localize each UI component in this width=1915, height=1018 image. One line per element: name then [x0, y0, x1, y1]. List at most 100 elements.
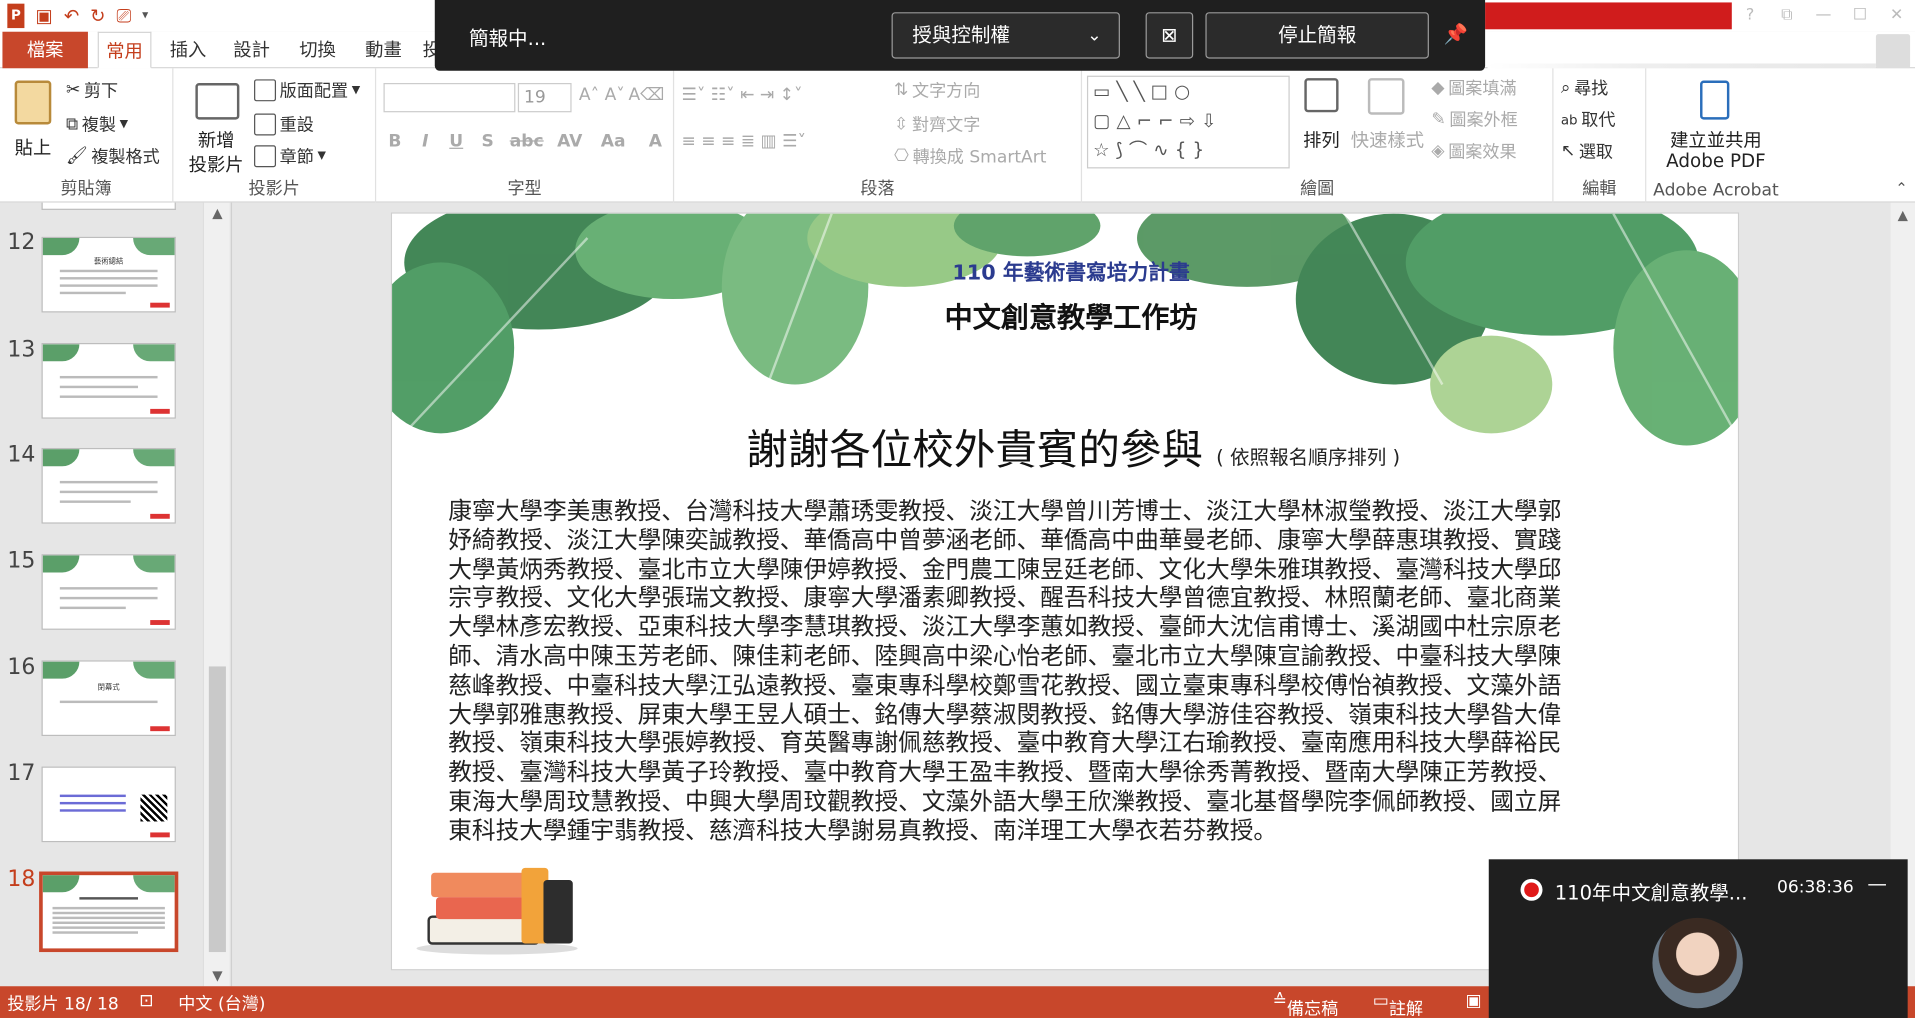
comments-button[interactable]: ▭ 註解 — [1373, 991, 1423, 1018]
font-size-box[interactable]: 19 — [517, 83, 572, 113]
reset-icon — [254, 113, 277, 136]
minimize-button[interactable]: — — [1805, 2, 1842, 29]
maximize-button[interactable]: ☐ — [1842, 2, 1879, 29]
pin-icon[interactable]: 📌 — [1444, 22, 1468, 45]
scroll-down-icon[interactable]: ▼ — [204, 968, 231, 984]
text-direction-button[interactable]: ⇅ 文字方向 — [894, 78, 980, 102]
close-button[interactable]: ✕ — [1878, 2, 1915, 29]
shape-fill-label: 圖案填滿 — [1448, 79, 1517, 99]
arrange-icon — [1304, 78, 1339, 113]
language-indicator[interactable]: 中文 (台灣) — [178, 991, 265, 1015]
notes-button[interactable]: ≙ 備忘稿 — [1273, 991, 1339, 1018]
books-icon — [416, 867, 578, 955]
slide-title-text: 謝謝各位校外貴賓的參與 — [746, 425, 1203, 475]
smartart-button[interactable]: ⎔ 轉換成 SmartArt — [894, 144, 1046, 168]
thumbnail-slide-18[interactable] — [39, 871, 179, 953]
paragraph-group: ☰˅ ☷˅ ⇤ ⇥ ↕˅ ≡ ≡ ≡ ≣ ▥ ☰˅ ⇅ 文字方向 ⇳ 對齊文字 ⎔ 轉… — [674, 68, 1083, 203]
tab-transitions[interactable]: 切換 — [293, 32, 342, 69]
redo-icon[interactable]: ↻ — [90, 4, 105, 28]
collapse-ribbon-icon[interactable]: ⌃ — [1895, 179, 1907, 196]
font-size-buttons[interactable]: A˄ A˅ A⌫ — [579, 85, 664, 105]
section-button[interactable]: 章節 ▼ — [254, 144, 326, 168]
guest-line: 東科技大學鍾宇翡教授、慈濟科技大學謝易真教授、南洋理工大學衣若芬教授。 — [448, 816, 1278, 845]
slide-subtitle: 110 年藝術書寫培力計畫 — [952, 261, 1190, 286]
align-text-button[interactable]: ⇳ 對齊文字 — [894, 112, 980, 136]
undo-icon[interactable]: ↶ — [64, 4, 79, 28]
format-buttons[interactable]: B I U Sabc AV Aa A — [388, 132, 662, 152]
tab-design[interactable]: 設計 — [227, 32, 276, 69]
new-slide-button[interactable]: 新增 投影片 — [181, 78, 252, 176]
scroll-up-icon[interactable]: ▲ — [1891, 208, 1915, 224]
layout-label: 版面配置 — [279, 81, 349, 102]
tab-home[interactable]: 常用 — [97, 31, 152, 69]
copy-button[interactable]: ⧉ 複製 ▼ — [66, 112, 128, 136]
find-button[interactable]: ⌕ 尋找 — [1561, 76, 1608, 100]
scrollbar-thumb[interactable] — [208, 666, 226, 953]
title-bar-strip — [1485, 2, 1732, 30]
stop-presenting-button[interactable]: 停止簡報 — [1205, 12, 1429, 59]
select-button[interactable]: ↖ 選取 — [1561, 139, 1613, 163]
drawing-group: ▭╲╲□○ ▢△⌐⌐⇨⇩ ☆⟆⌒∿{} 排列 快速樣式 ◆ 圖案填滿 ✎ 圖案外框 ◈ 圖… — [1082, 68, 1554, 203]
accessibility-icon[interactable]: ⊡ — [139, 991, 153, 1011]
qr-code-icon — [140, 794, 168, 822]
present-icon[interactable]: ⎚ — [117, 4, 132, 28]
create-pdf-label-2: Adobe PDF — [1666, 150, 1766, 173]
shape-effects-label: 圖案效果 — [1448, 142, 1517, 163]
account-avatar-icon[interactable] — [1875, 34, 1911, 69]
shapes-gallery[interactable]: ▭╲╲□○ ▢△⌐⌐⇨⇩ ☆⟆⌒∿{} — [1086, 75, 1290, 169]
normal-view-icon[interactable]: ▣ — [1466, 991, 1482, 1011]
thumb-number: 15 — [7, 548, 36, 574]
meeting-name: 110年中文創意教學... — [1554, 881, 1748, 905]
ribbon-display-button[interactable]: ⧉ — [1768, 2, 1805, 29]
replace-button[interactable]: ab 取代 — [1561, 107, 1616, 131]
slide-canvas[interactable]: 110 年藝術書寫培力計畫 中文創意教學工作坊 謝謝各位校外貴賓的參與 ( 依照… — [390, 212, 1740, 971]
guest-line: 慈峰教授、中臺科技大學江弘遠教授、臺東專科學校鄭雪花教授、國立臺東專科學校傅怡禎… — [448, 671, 1562, 700]
align-text-label: 對齊文字 — [911, 115, 981, 136]
guest-list: 康寧大學李美惠教授、台灣科技大學蕭琇雯教授、淡江大學曾川芳博士、淡江大學林淑瑩教… — [448, 497, 1703, 846]
tab-animations[interactable]: 動畫 — [359, 32, 408, 69]
align-buttons[interactable]: ≡ ≡ ≡ ≣ ▥ ☰˅ — [681, 132, 806, 152]
guest-line: 大學林彥宏教授、亞東科技大學李慧琪教授、淡江大學李蕙如教授、臺師大沈信甫博士、溪… — [448, 612, 1562, 642]
paste-button[interactable]: 貼上 — [10, 78, 59, 176]
shape-outline-button[interactable]: ✎ 圖案外框 — [1431, 107, 1517, 131]
slide-title: 謝謝各位校外貴賓的參與 ( 依照報名順序排列 ) — [746, 416, 1400, 476]
paste-label: 貼上 — [14, 136, 52, 159]
thumbnail-slide-17[interactable] — [41, 766, 176, 843]
layout-button[interactable]: 版面配置 ▼ — [254, 78, 360, 102]
give-control-select[interactable]: 授與控制權 ⌄ — [891, 12, 1120, 59]
thumbnail-scrollbar[interactable]: ▲ ▼ — [202, 202, 231, 987]
quick-styles-button[interactable]: 快速樣式 — [1351, 78, 1424, 176]
thumbnail-slide-16[interactable]: 閉幕式 — [41, 660, 176, 737]
find-label: 尋找 — [1574, 79, 1609, 99]
save-icon[interactable]: ▣ — [35, 4, 52, 28]
thumb-number: 17 — [7, 760, 36, 787]
powerpoint-logo-icon: P — [7, 3, 25, 29]
layout-icon — [254, 79, 277, 102]
thumbnail-slide-14[interactable] — [41, 447, 176, 524]
thumbnail-slide-15[interactable] — [41, 554, 176, 630]
tab-insert[interactable]: 插入 — [164, 32, 213, 69]
minimize-video-button[interactable]: — — [1867, 872, 1887, 895]
thumbnail-slide-13[interactable] — [41, 342, 176, 419]
thumb-number: 12 — [7, 229, 36, 256]
meeting-video-tile[interactable]: 110年中文創意教學... 06:38:36 — — [1488, 859, 1908, 1018]
customize-qat-icon[interactable]: ▾ — [142, 4, 148, 28]
font-name-box[interactable] — [383, 83, 516, 113]
scroll-up-icon[interactable]: ▲ — [204, 205, 231, 221]
tab-file[interactable]: 檔案 — [2, 31, 88, 69]
monitor-icon[interactable]: ⊠ — [1145, 12, 1194, 59]
format-painter-button[interactable]: 🖌 複製格式 — [66, 144, 160, 168]
guest-line: 教授、臺灣科技大學黃子玲教授、臺中教育大學王盈丰教授、暨南大學徐秀菁教授、暨南大… — [448, 758, 1562, 787]
help-button[interactable]: ? — [1732, 2, 1769, 29]
search-icon: ⌕ — [1560, 78, 1571, 98]
shape-fill-button[interactable]: ◆ 圖案填滿 — [1431, 76, 1516, 100]
cut-button[interactable]: ✂ 剪下 — [66, 78, 118, 102]
shape-effects-button[interactable]: ◈ 圖案效果 — [1431, 139, 1516, 163]
list-buttons[interactable]: ☰˅ ☷˅ ⇤ ⇥ ↕˅ — [681, 85, 802, 105]
create-pdf-button[interactable]: 建立並共用 Adobe PDF — [1646, 78, 1785, 176]
reset-button[interactable]: 重設 — [254, 112, 314, 136]
thumbnail-slide-12[interactable]: 藝術總結 — [41, 236, 176, 313]
guest-line: 妤綺教授、淡江大學陳奕誠教授、華僑高中曾夢涵老師、華僑高中曲華曼老師、康寧大學薛… — [448, 525, 1562, 554]
arrange-button[interactable]: 排列 — [1297, 78, 1346, 176]
participant-avatar — [1652, 917, 1743, 1009]
